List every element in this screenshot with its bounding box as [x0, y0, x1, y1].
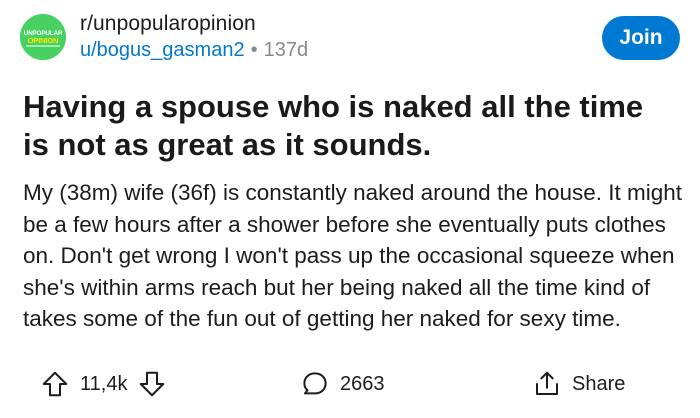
upvote-arrow-icon[interactable]: [40, 369, 70, 399]
svg-text:OPINION: OPINION: [28, 36, 59, 45]
author-username[interactable]: u/bogus_gasman2: [80, 39, 245, 61]
subreddit-logo[interactable]: UNPOPULAR OPINION: [20, 14, 66, 60]
speech-bubble-icon: [300, 369, 330, 399]
unpopularopinion-logo-icon: UNPOPULAR OPINION: [20, 14, 66, 60]
vote-count: 11,4k: [80, 372, 128, 395]
post-header: UNPOPULAR OPINION r/unpopularopinion u/b…: [20, 12, 680, 64]
meta-separator: •: [250, 39, 258, 61]
vote-group: 11,4k: [40, 362, 167, 406]
join-button[interactable]: Join: [602, 16, 680, 60]
share-upload-icon: [532, 369, 562, 399]
post-body: My (38m) wife (36f) is constantly naked …: [23, 180, 683, 331]
post-actions: 11,4k 2663 Share: [0, 362, 700, 406]
comment-count: 2663: [340, 372, 385, 395]
post-meta: u/bogus_gasman2 • 137d: [80, 39, 308, 62]
post-title[interactable]: Having a spouse who is naked all the tim…: [23, 88, 673, 164]
comments-button[interactable]: 2663: [300, 362, 385, 406]
post-age: 137d: [263, 39, 309, 61]
share-label: Share: [572, 372, 626, 395]
share-button[interactable]: Share: [532, 362, 625, 406]
downvote-arrow-icon[interactable]: [137, 369, 167, 399]
subreddit-name[interactable]: r/unpopularopinion: [80, 12, 256, 36]
